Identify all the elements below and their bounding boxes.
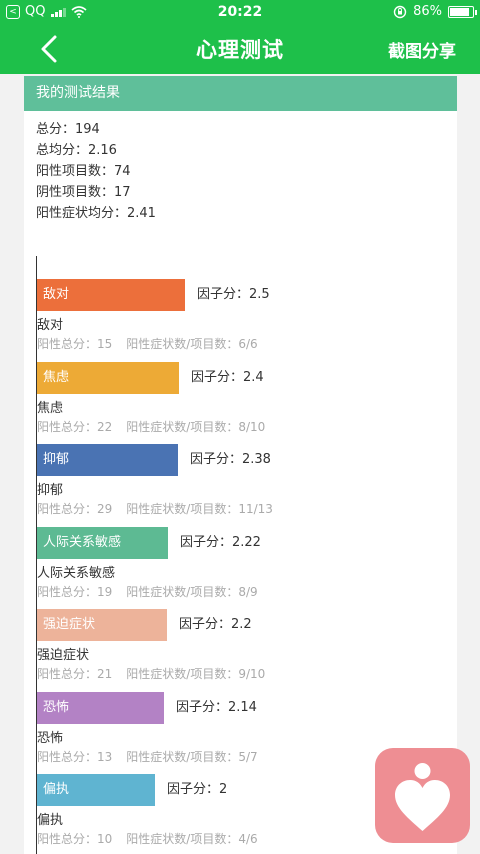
factor-bar: 焦虑 [37, 361, 179, 394]
factor-name: 敌对 [37, 318, 64, 333]
factor-detail: 阳性总分：21 阳性症状数/项目数：9/10 [37, 665, 265, 682]
factor-detail: 阳性总分：19 阳性症状数/项目数：8/9 [37, 583, 258, 600]
factor-detail: 阳性总分：13 阳性症状数/项目数：5/7 [37, 748, 258, 765]
heart-person-icon [395, 763, 450, 831]
summary-positive-average: 阳性症状均分：2.41 [36, 206, 156, 221]
factor-name: 恐怖 [37, 730, 64, 746]
factor-bar: 人际关系敏感 [37, 526, 168, 559]
factor-positive-total: 阳性总分：13 [37, 749, 113, 764]
factor-symptom-ratio: 阳性症状数/项目数：6/6 [126, 337, 258, 351]
factor-value-label: 因子分：2.2 [179, 617, 252, 632]
factor-value-label: 因子分：2.5 [197, 287, 270, 302]
summary-positive-items: 阳性项目数：74 [36, 164, 131, 179]
factor-item: 敌对 因子分：2.5 敌对 阳性总分：15 阳性症状数/项目数：6/6 [36, 279, 457, 361]
factor-positive-total: 阳性总分：15 [37, 337, 113, 351]
factor-item: 抑郁 因子分：2.38 抑郁 阳性总分：29 阳性症状数/项目数：11/13 [36, 444, 457, 526]
factor-positive-total: 阳性总分：19 [37, 584, 113, 599]
factor-positive-total: 阳性总分：22 [37, 419, 113, 434]
factor-symptom-ratio: 阳性症状数/项目数：8/10 [126, 419, 266, 434]
card-header: 我的测试结果 [24, 76, 457, 111]
status-right: 86% [393, 4, 477, 19]
battery-level [450, 7, 469, 16]
app-logo-button[interactable] [375, 748, 470, 843]
factor-value-label: 因子分：2.22 [180, 534, 261, 550]
summary-total: 总分：194 [36, 122, 100, 137]
factor-symptom-ratio: 阳性症状数/项目数：5/7 [126, 749, 258, 764]
battery-icon [448, 5, 477, 18]
factor-name: 偏执 [37, 813, 64, 828]
factor-positive-total: 阳性总分：10 [37, 832, 113, 846]
factor-item: 焦虑 因子分：2.4 焦虑 阳性总分：22 阳性症状数/项目数：8/10 [36, 361, 457, 444]
summary-average: 总均分：2.16 [36, 143, 117, 158]
orientation-lock-icon [393, 5, 407, 18]
factor-item: 强迫症状 因子分：2.2 强迫症状 阳性总分：21 阳性症状数/项目数：9/10 [36, 609, 457, 691]
factor-bar: 强迫症状 [37, 609, 167, 641]
factor-value-label: 因子分：2.38 [190, 452, 271, 467]
factor-symptom-ratio: 阳性症状数/项目数：9/10 [126, 667, 266, 681]
factor-value-label: 因子分：2 [167, 782, 228, 797]
factor-detail: 阳性总分：22 阳性症状数/项目数：8/10 [37, 418, 265, 435]
summary-list: 总分：194 总均分：2.16 阳性项目数：74 阴性项目数：17 阳性症状均分… [24, 111, 457, 224]
factor-value-label: 因子分：2.4 [191, 369, 264, 385]
factor-detail: 阳性总分：10 阳性症状数/项目数：4/6 [37, 830, 258, 847]
factor-symptom-ratio: 阳性症状数/项目数：8/9 [126, 584, 258, 599]
status-bar: < QQ 20:22 86% [0, 0, 480, 24]
screenshot-share-button[interactable]: 截图分享 [388, 37, 456, 62]
factor-name: 抑郁 [37, 483, 64, 498]
factor-positive-total: 阳性总分：21 [37, 667, 113, 681]
factor-bar: 恐怖 [37, 691, 164, 724]
factor-name: 人际关系敏感 [37, 565, 116, 581]
factor-bar: 抑郁 [37, 444, 178, 476]
factor-bar: 偏执 [37, 774, 155, 806]
factor-symptom-ratio: 阳性症状数/项目数：4/6 [126, 832, 258, 846]
factor-value-label: 因子分：2.14 [176, 699, 257, 715]
factor-detail: 阳性总分：29 阳性症状数/项目数：11/13 [37, 500, 273, 517]
factor-name: 强迫症状 [37, 648, 90, 663]
factor-bar: 敌对 [37, 279, 185, 311]
factor-positive-total: 阳性总分：29 [37, 502, 113, 516]
factor-symptom-ratio: 阳性症状数/项目数：11/13 [126, 502, 273, 516]
factor-item: 人际关系敏感 因子分：2.22 人际关系敏感 阳性总分：19 阳性症状数/项目数：8/9 [36, 526, 457, 609]
battery-percent: 86% [413, 4, 442, 19]
nav-bar: 心理测试 截图分享 [0, 24, 480, 74]
summary-negative-items: 阴性项目数：17 [36, 185, 131, 200]
factor-detail: 阳性总分：15 阳性症状数/项目数：6/6 [37, 335, 258, 352]
factor-name: 焦虑 [37, 400, 64, 416]
result-card: 我的测试结果 总分：194 总均分：2.16 阳性项目数：74 阴性项目数：17… [24, 76, 457, 854]
